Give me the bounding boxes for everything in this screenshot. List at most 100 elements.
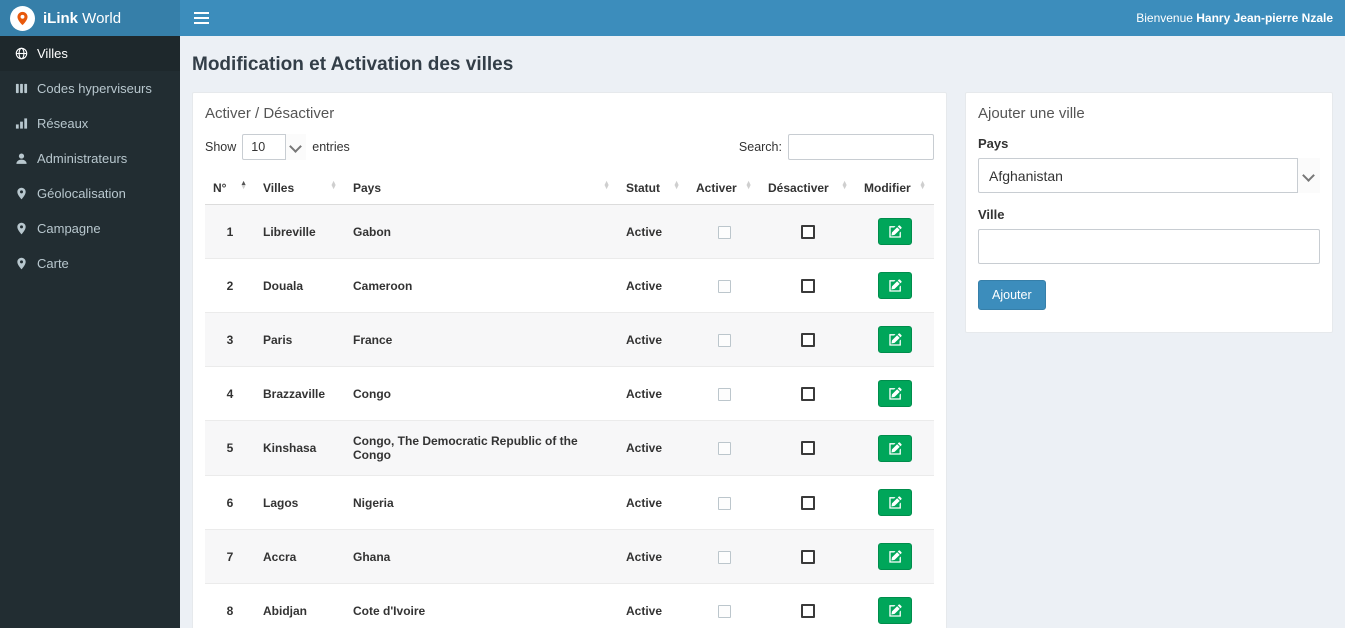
pays-select[interactable]: Afghanistan	[978, 158, 1320, 193]
edit-icon	[888, 333, 902, 346]
desactiver-checkbox[interactable]	[801, 386, 815, 401]
activer-checkbox[interactable]	[717, 279, 731, 293]
ville-input[interactable]	[978, 229, 1320, 264]
modifier-button[interactable]	[878, 272, 912, 299]
sidebar-item-codes-hyperviseurs[interactable]: Codes hyperviseurs	[0, 71, 180, 106]
desactiver-checkbox[interactable]	[801, 495, 815, 510]
sidebar: Villes Codes hyperviseurs Réseaux Admini…	[0, 36, 180, 628]
activer-checkbox[interactable]	[717, 604, 731, 618]
modifier-button[interactable]	[878, 543, 912, 570]
modifier-button[interactable]	[878, 434, 912, 462]
activer-checkbox[interactable]	[717, 225, 731, 239]
desactiver-checkbox[interactable]	[801, 278, 815, 293]
add-panel-title: Ajouter une ville	[978, 105, 1085, 122]
sidebar-toggle-icon[interactable]	[180, 2, 223, 34]
brand[interactable]: iLink World	[0, 0, 180, 36]
map-marker-icon	[14, 187, 28, 200]
activer-checkbox[interactable]	[717, 442, 731, 456]
column-header-num[interactable]: N° ▲ ▼	[205, 172, 255, 205]
sort-icon: ▲ ▼	[673, 180, 680, 192]
desactiver-checkbox[interactable]	[801, 332, 815, 347]
sidebar-item-villes[interactable]: Villes	[0, 36, 180, 71]
statut-cell: Active	[618, 529, 688, 584]
sidebar-item-administrateurs[interactable]: Administrateurs	[0, 141, 180, 176]
edit-icon	[888, 441, 902, 455]
sidebar-item-label: Campagne	[37, 221, 101, 236]
table-row: 4 Brazzaville Congo Active	[205, 366, 934, 421]
column-header-desactiver[interactable]: Désactiver ▲ ▼	[760, 172, 856, 205]
row-number: 1	[205, 204, 255, 259]
top-navbar: iLink World Bienvenue Hanry Jean-pierre …	[0, 0, 1345, 36]
villes-table: N° ▲ ▼ Villes ▲ ▼ Pays ▲ ▼ Statut ▲ ▼ Activer ▲ ▼ …	[205, 172, 934, 628]
row-number: 6	[205, 475, 255, 530]
table-length-control: Show 10 entries	[205, 134, 350, 160]
sidebar-item-geolocalisation[interactable]: Géolocalisation	[0, 176, 180, 211]
sidebar-item-carte[interactable]: Carte	[0, 246, 180, 281]
activer-checkbox[interactable]	[717, 333, 731, 347]
column-header-pays[interactable]: Pays ▲ ▼	[345, 172, 618, 205]
statut-cell: Active	[618, 583, 688, 628]
page-title: Modification et Activation des villes	[192, 54, 514, 75]
sidebar-item-campagne[interactable]: Campagne	[0, 211, 180, 246]
edit-icon	[888, 279, 902, 292]
pays-cell: Congo, The Democratic Republic of the Co…	[345, 420, 618, 476]
globe-icon	[14, 47, 28, 60]
modifier-button[interactable]	[878, 489, 912, 516]
welcome-text: Bienvenue Hanry Jean-pierre Nzale	[1136, 11, 1333, 25]
search-label: Search:	[738, 140, 782, 154]
ajouter-button[interactable]: Ajouter	[978, 280, 1046, 310]
modifier-button[interactable]	[878, 218, 912, 245]
modifier-button[interactable]	[878, 380, 912, 407]
sidebar-item-label: Réseaux	[37, 116, 89, 131]
sidebar-item-label: Villes	[37, 46, 68, 61]
brand-text: iLink World	[43, 9, 122, 27]
row-number: 5	[205, 420, 255, 476]
row-number: 4	[205, 366, 255, 421]
activer-checkbox[interactable]	[717, 387, 731, 401]
desactiver-checkbox[interactable]	[801, 224, 815, 239]
desactiver-checkbox[interactable]	[801, 441, 815, 456]
pays-cell: France	[345, 312, 618, 367]
modifier-button[interactable]	[878, 597, 912, 624]
show-label: Show	[205, 140, 237, 154]
page-length-select[interactable]: 10	[242, 134, 307, 160]
edit-icon	[888, 604, 902, 617]
user-icon	[14, 152, 28, 165]
modifier-button[interactable]	[878, 326, 912, 353]
ville-cell: Douala	[255, 258, 345, 313]
statut-cell: Active	[618, 366, 688, 421]
column-header-modifier[interactable]: Modifier ▲ ▼	[856, 172, 934, 205]
search-input[interactable]	[788, 134, 934, 160]
statut-cell: Active	[618, 312, 688, 367]
sort-icon: ▲ ▼	[240, 180, 247, 192]
table-row: 1 Libreville Gabon Active	[205, 204, 934, 259]
ville-cell: Brazzaville	[255, 366, 345, 421]
desactiver-checkbox[interactable]	[801, 603, 815, 618]
ville-label: Ville	[978, 207, 1005, 222]
sidebar-item-label: Géolocalisation	[37, 186, 126, 201]
map-marker-icon	[14, 257, 28, 270]
ville-cell: Kinshasa	[255, 420, 345, 476]
row-number: 8	[205, 583, 255, 628]
activer-checkbox[interactable]	[717, 550, 731, 564]
ville-cell: Libreville	[255, 204, 345, 259]
activer-checkbox[interactable]	[717, 496, 731, 510]
sort-icon: ▲ ▼	[745, 180, 752, 192]
pays-cell: Gabon	[345, 204, 618, 259]
sidebar-item-label: Codes hyperviseurs	[37, 81, 152, 96]
main-content: Modification et Activation des villes Ac…	[180, 36, 1345, 628]
add-ville-panel: Ajouter une ville Pays Afghanistan Ville…	[965, 92, 1333, 333]
column-header-statut[interactable]: Statut ▲ ▼	[618, 172, 688, 205]
desactiver-checkbox[interactable]	[801, 549, 815, 564]
sidebar-item-reseaux[interactable]: Réseaux	[0, 106, 180, 141]
row-number: 2	[205, 258, 255, 313]
column-header-villes[interactable]: Villes ▲ ▼	[255, 172, 345, 205]
app-logo-icon	[10, 5, 35, 31]
pays-cell: Cameroon	[345, 258, 618, 313]
pays-cell: Nigeria	[345, 475, 618, 530]
column-header-activer[interactable]: Activer ▲ ▼	[688, 172, 760, 205]
ville-cell: Lagos	[255, 475, 345, 530]
table-row: 5 Kinshasa Congo, The Democratic Republi…	[205, 420, 934, 476]
villes-table-panel: Activer / Désactiver Show 10 entries Sea…	[192, 92, 947, 628]
sort-icon: ▲ ▼	[919, 180, 926, 192]
